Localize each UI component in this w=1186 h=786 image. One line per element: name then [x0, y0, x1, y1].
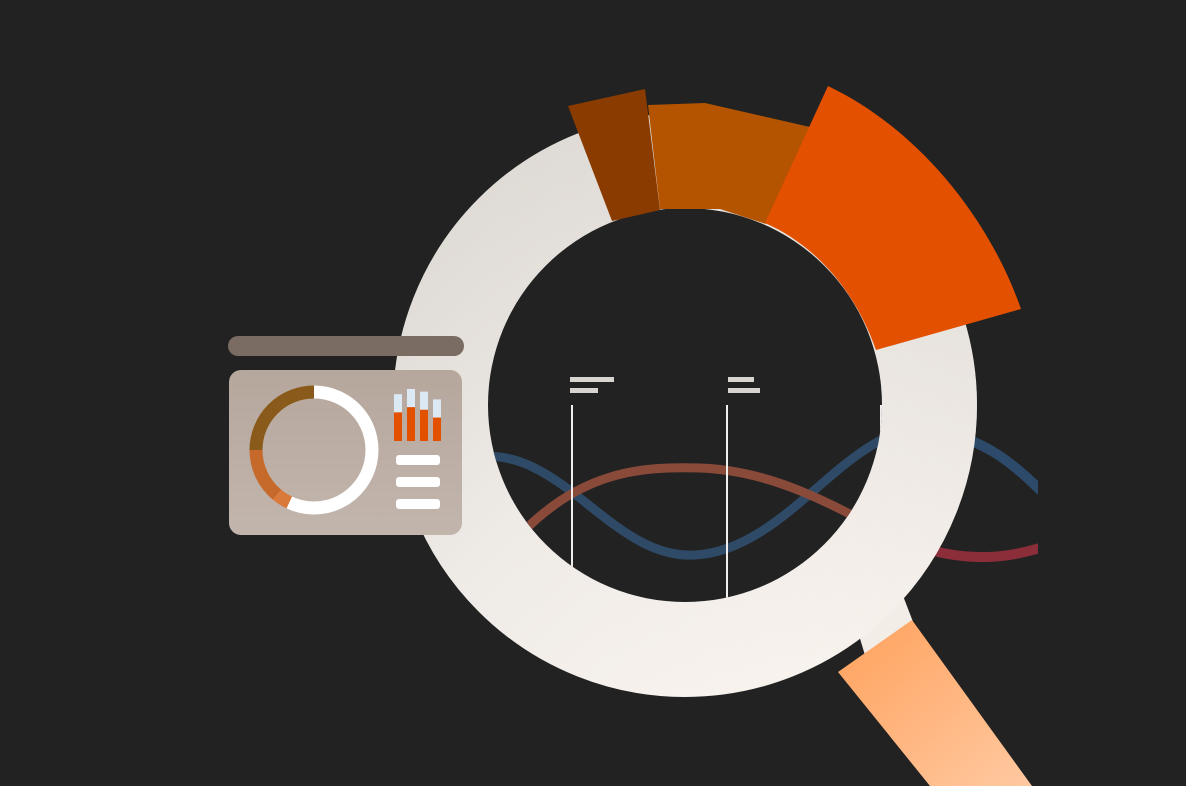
bar: [420, 409, 428, 441]
bar-cap: [407, 389, 415, 408]
bar: [407, 407, 415, 441]
card-title-bar: [228, 336, 464, 356]
card-list-line-2: [396, 477, 440, 487]
bar-cap: [420, 391, 428, 410]
illustration-canvas: [0, 0, 1186, 786]
marker-label-right-bottom: [728, 388, 760, 393]
donut-segment-light-orange: [272, 489, 293, 509]
marker-label-left-top: [570, 377, 614, 382]
card-list-line-3: [396, 499, 440, 509]
bar: [394, 412, 402, 441]
marker-label-right-top: [728, 377, 754, 382]
bar-cap: [433, 399, 441, 418]
marker-label-left-bottom: [570, 388, 598, 393]
card-list-line-1: [396, 455, 440, 465]
bar: [433, 417, 441, 441]
bar-cap: [394, 394, 402, 413]
